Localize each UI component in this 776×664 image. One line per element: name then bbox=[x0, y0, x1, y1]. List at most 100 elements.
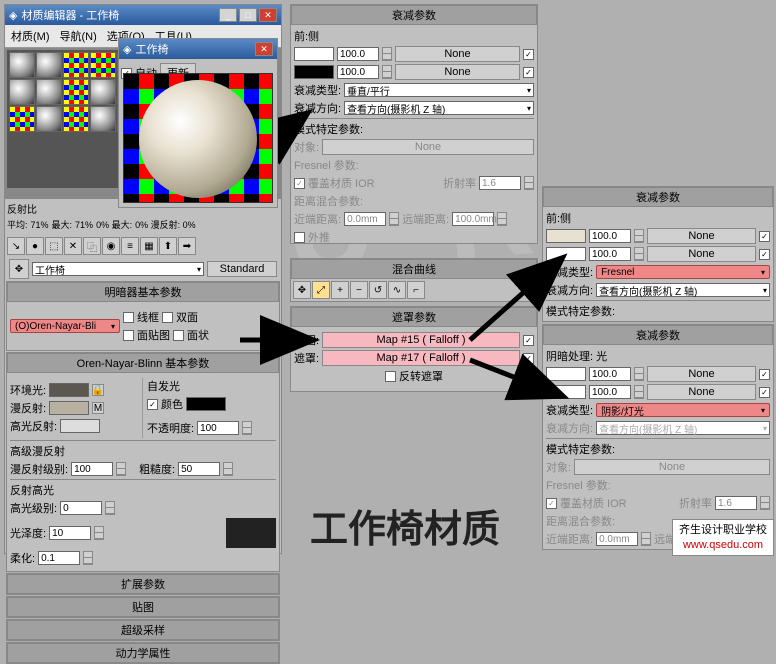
roughness-input[interactable]: 50 bbox=[178, 462, 220, 476]
side-map-button[interactable]: None bbox=[395, 64, 520, 80]
go-parent-icon[interactable]: ⬆ bbox=[159, 237, 177, 255]
opacity-input[interactable]: 100 bbox=[197, 421, 239, 435]
preview-titlebar[interactable]: ◈ 工作椅 ✕ bbox=[119, 39, 277, 59]
spec-level-input[interactable]: 0 bbox=[60, 501, 102, 515]
selfillum-swatch[interactable] bbox=[186, 397, 226, 411]
pick-icon[interactable]: ✥ bbox=[9, 259, 29, 279]
selfillum-color-checkbox[interactable]: ✓ bbox=[147, 399, 158, 410]
menu-material[interactable]: 材质(M) bbox=[7, 27, 54, 45]
minimize-button[interactable]: _ bbox=[219, 8, 237, 22]
faceted-checkbox[interactable] bbox=[173, 330, 184, 341]
get-material-icon[interactable]: ↘ bbox=[7, 237, 25, 255]
material-slot[interactable] bbox=[36, 106, 62, 132]
preview-close-button[interactable]: ✕ bbox=[255, 42, 273, 56]
scale-icon[interactable]: ⤢ bbox=[312, 281, 330, 299]
material-slot[interactable] bbox=[63, 106, 89, 132]
maximize-button[interactable]: □ bbox=[239, 8, 257, 22]
material-slot[interactable] bbox=[9, 106, 35, 132]
rollout-dynamics[interactable]: 动力学属性 bbox=[7, 643, 279, 663]
wire-checkbox[interactable] bbox=[123, 312, 134, 323]
rollout-extended[interactable]: 扩展参数 bbox=[7, 574, 279, 594]
falloff3-header[interactable]: 衰减参数 bbox=[543, 325, 773, 345]
mask-header[interactable]: 遮罩参数 bbox=[291, 307, 537, 327]
material-name-field[interactable]: 工作椅 bbox=[32, 262, 204, 276]
front-swatch-3[interactable] bbox=[546, 367, 586, 381]
falloff3-type-dropdown[interactable]: 阴影/灯光 bbox=[596, 403, 770, 417]
ambient-swatch[interactable] bbox=[49, 383, 89, 397]
rollout-supersampling[interactable]: 超级采样 bbox=[7, 620, 279, 640]
diffuse-map-button[interactable]: M bbox=[92, 402, 104, 414]
menu-nav[interactable]: 导航(N) bbox=[56, 27, 101, 45]
reset-icon[interactable]: ✕ bbox=[64, 237, 82, 255]
preview-sphere bbox=[139, 80, 257, 198]
assign-icon[interactable]: ⬚ bbox=[45, 237, 63, 255]
shader-dropdown[interactable]: (O)Oren-Nayar-Bli bbox=[10, 319, 120, 333]
rollout-shader-basic[interactable]: 明暗器基本参数 bbox=[7, 282, 279, 302]
rollout-maps[interactable]: 贴图 bbox=[7, 597, 279, 617]
facemap-checkbox[interactable] bbox=[123, 330, 134, 341]
invert-mask-checkbox[interactable] bbox=[385, 371, 396, 382]
diffuse-swatch[interactable] bbox=[49, 401, 89, 415]
material-slot[interactable] bbox=[90, 52, 116, 78]
window-title: 材质编辑器 - 工作椅 bbox=[21, 7, 119, 23]
material-slot[interactable] bbox=[36, 52, 62, 78]
side-swatch[interactable] bbox=[294, 65, 334, 79]
put-to-scene-icon[interactable]: ● bbox=[26, 237, 44, 255]
go-forward-icon[interactable]: ➡ bbox=[178, 237, 196, 255]
material-slot[interactable] bbox=[63, 79, 89, 105]
falloff-type-dropdown[interactable]: 垂直/平行 bbox=[344, 83, 534, 97]
add-point-icon[interactable]: + bbox=[331, 281, 349, 299]
mask-slot-button[interactable]: Map #17 ( Falloff ) bbox=[322, 350, 520, 366]
side-swatch-3[interactable] bbox=[546, 385, 586, 399]
show-end-result-icon[interactable]: ▦ bbox=[140, 237, 158, 255]
make-copy-icon[interactable]: ⿻ bbox=[83, 237, 101, 255]
preview-viewport bbox=[123, 73, 273, 203]
material-slot[interactable] bbox=[90, 106, 116, 132]
front-map-button[interactable]: None bbox=[395, 46, 520, 62]
falloff-panel-2: 衰减参数 前:侧 100.0None✓ 100.0None✓ 衰减类型:Fres… bbox=[542, 186, 774, 322]
twoside-checkbox[interactable] bbox=[162, 312, 173, 323]
material-slot[interactable] bbox=[90, 79, 116, 105]
bezier-icon[interactable]: ∿ bbox=[388, 281, 406, 299]
material-slot[interactable] bbox=[9, 79, 35, 105]
falloff-dir-dropdown[interactable]: 查看方向(摄影机 Z 轴) bbox=[344, 101, 534, 115]
reset-curve-icon[interactable]: ↺ bbox=[369, 281, 387, 299]
opacity-spinner[interactable] bbox=[242, 421, 252, 435]
override-ior-checkbox[interactable]: ✓ bbox=[294, 178, 305, 189]
editor-titlebar[interactable]: ◈ 材质编辑器 - 工作椅 _ □ ✕ bbox=[5, 5, 281, 25]
glossiness-input[interactable]: 10 bbox=[49, 526, 91, 540]
delete-point-icon[interactable]: − bbox=[350, 281, 368, 299]
close-button[interactable]: ✕ bbox=[259, 8, 277, 22]
side-value-input[interactable]: 100.0 bbox=[337, 65, 379, 79]
material-slot[interactable] bbox=[36, 79, 62, 105]
move-icon[interactable]: ✥ bbox=[293, 281, 311, 299]
rollout-onb[interactable]: Oren-Nayar-Blinn 基本参数 bbox=[7, 353, 279, 373]
falloff-panel-1: 衰减参数 前:侧 100.0None✓ 100.0None✓ 衰减类型:垂直/平… bbox=[290, 4, 538, 244]
lock-icon[interactable]: 🔒 bbox=[92, 384, 104, 396]
soften-input[interactable]: 0.1 bbox=[38, 551, 80, 565]
falloff2-header[interactable]: 衰减参数 bbox=[543, 187, 773, 207]
falloff1-header[interactable]: 衰减参数 bbox=[291, 5, 537, 25]
make-unique-icon[interactable]: ◉ bbox=[102, 237, 120, 255]
specular-swatch[interactable] bbox=[60, 419, 100, 433]
highlight-curve bbox=[226, 518, 276, 548]
corner-icon[interactable]: ⌐ bbox=[407, 281, 425, 299]
editor-toolbar: ↘ ● ⬚ ✕ ⿻ ◉ ≡ ▦ ⬆ ➡ bbox=[5, 235, 281, 257]
falloff2-dir-dropdown[interactable]: 查看方向(摄影机 Z 轴) bbox=[596, 283, 770, 297]
credit-box: 齐生设计职业学校 www.qsedu.com bbox=[672, 519, 774, 556]
falloff3-dir-dropdown: 查看方向(摄影机 Z 轴) bbox=[596, 421, 770, 435]
material-type-button[interactable]: Standard bbox=[207, 261, 277, 277]
object-pick-button[interactable]: None bbox=[322, 139, 534, 155]
mixcurve-header[interactable]: 混合曲线 bbox=[291, 259, 537, 279]
diffuse-level-input[interactable]: 100 bbox=[71, 462, 113, 476]
front-swatch[interactable] bbox=[294, 47, 334, 61]
material-slot[interactable] bbox=[63, 52, 89, 78]
preview-window[interactable]: ◈ 工作椅 ✕ ✓自动 更新 bbox=[118, 38, 278, 208]
front-value-input[interactable]: 100.0 bbox=[337, 47, 379, 61]
material-slot[interactable] bbox=[9, 52, 35, 78]
falloff2-type-dropdown[interactable]: Fresnel bbox=[596, 265, 770, 279]
front-swatch-2[interactable] bbox=[546, 229, 586, 243]
side-swatch-2[interactable] bbox=[546, 247, 586, 261]
map-slot-button[interactable]: Map #15 ( Falloff ) bbox=[322, 332, 520, 348]
put-to-library-icon[interactable]: ≡ bbox=[121, 237, 139, 255]
